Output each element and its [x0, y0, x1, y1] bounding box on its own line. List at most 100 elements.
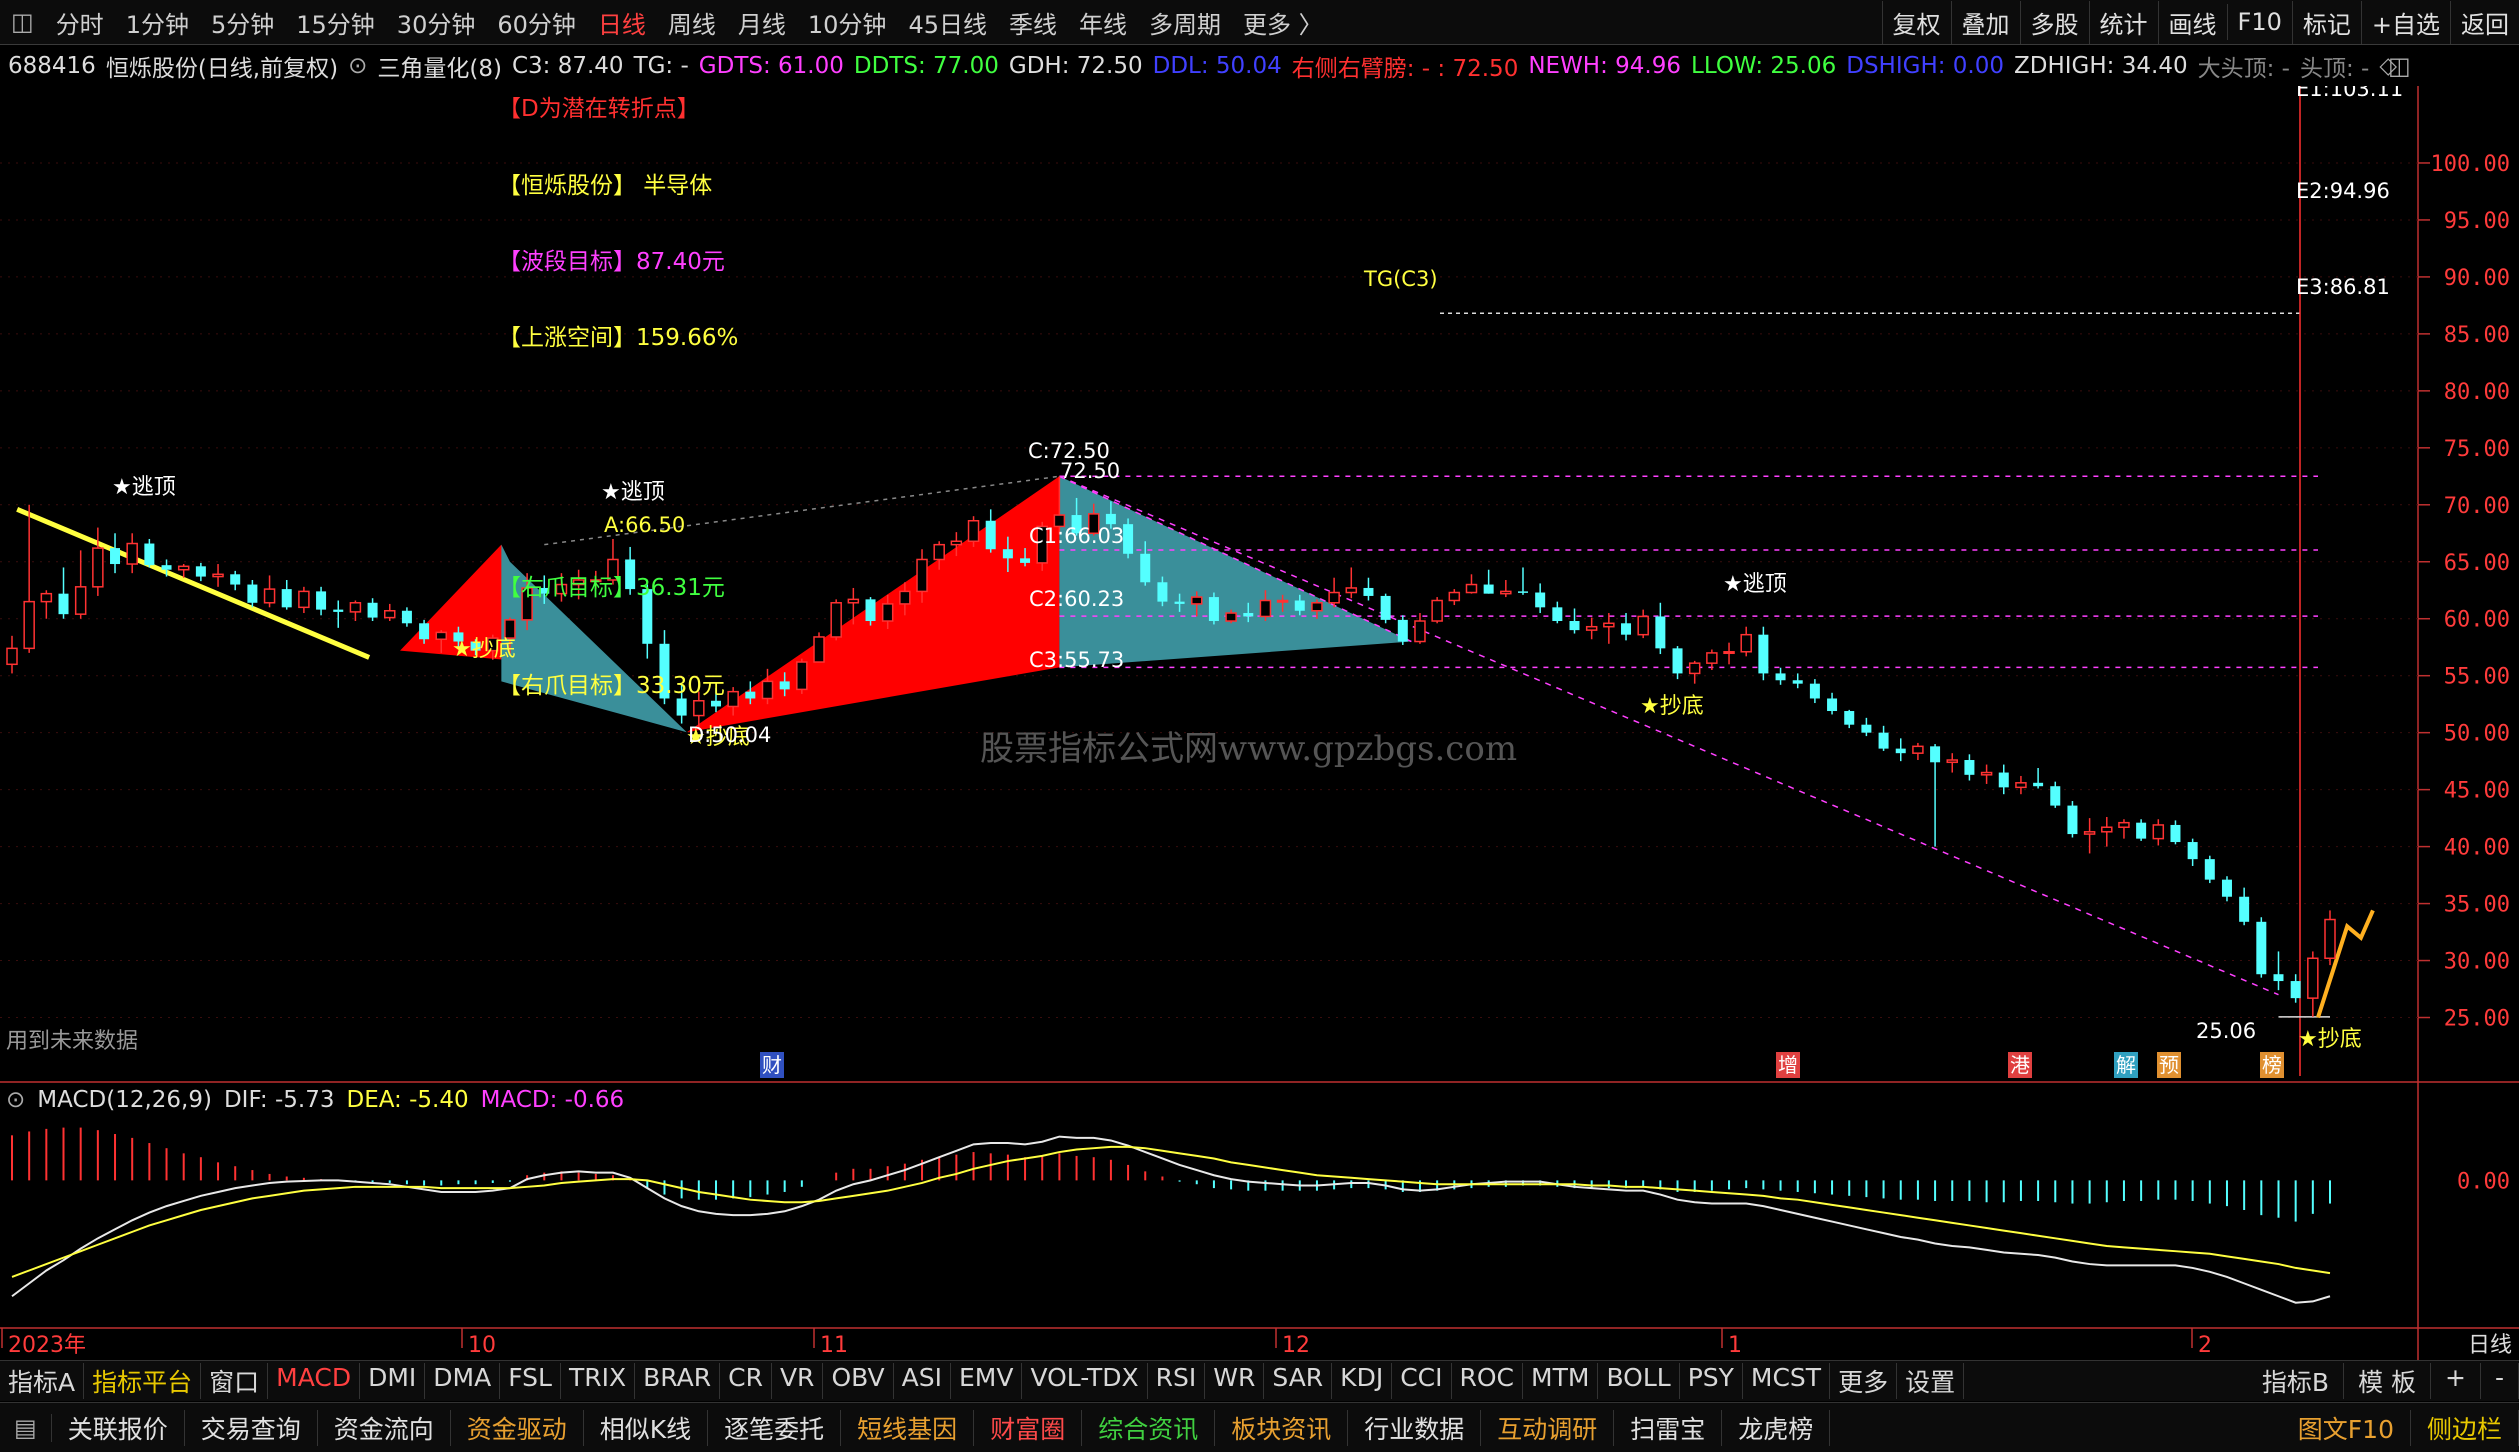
toolbar-button[interactable]: +自选: [2360, 0, 2450, 44]
toolbar-button[interactable]: 统计: [2088, 0, 2158, 44]
candle-body: [1998, 772, 2009, 788]
function-right-button[interactable]: 图文F10: [2282, 1409, 2411, 1446]
indicator-tab[interactable]: OBV: [823, 1363, 894, 1399]
function-tab[interactable]: 互动调研: [1481, 1409, 1615, 1446]
panel-toggle-icon[interactable]: ◫: [2388, 52, 2411, 80]
function-tab[interactable]: 资金驱动: [451, 1409, 584, 1446]
indicator-tab[interactable]: ROC: [1452, 1363, 1524, 1399]
candle-body: [1208, 597, 1219, 622]
indicator-tab[interactable]: 窗口: [201, 1363, 269, 1399]
function-tab[interactable]: 相似K线: [584, 1409, 709, 1446]
llow-value: LLOW: 25.06: [1691, 53, 1837, 79]
indicator-tab[interactable]: DMI: [360, 1363, 426, 1399]
candle-body: [1483, 584, 1494, 594]
candle-body: [2221, 879, 2232, 897]
toolbar-button[interactable]: 画线: [2157, 0, 2227, 44]
indicator-tab[interactable]: ASI: [894, 1363, 951, 1399]
indicator-tab[interactable]: PSY: [1680, 1363, 1743, 1399]
period-tab[interactable]: 季线: [998, 5, 1068, 40]
period-tab[interactable]: 周线: [657, 5, 727, 40]
indicator-right-button[interactable]: 指标B: [2248, 1363, 2345, 1399]
function-tab[interactable]: 逐笔委托: [708, 1409, 842, 1446]
macd-zero-label: 0.00: [2457, 1169, 2510, 1194]
indicator-tab[interactable]: VR: [772, 1363, 824, 1399]
teal-triangle-small: [501, 544, 687, 733]
period-tab[interactable]: 日线: [587, 5, 657, 40]
candle-body: [950, 540, 963, 546]
indicator-right-button[interactable]: +: [2431, 1363, 2481, 1399]
indicator-tab[interactable]: 更多: [1830, 1363, 1898, 1399]
indicator-tab[interactable]: VOL-TDX: [1022, 1363, 1148, 1399]
indicator-tab[interactable]: 指标平台: [84, 1363, 202, 1399]
indicator-tab[interactable]: TRIX: [561, 1363, 636, 1399]
period-tab[interactable]: 更多 〉: [1232, 5, 1334, 40]
macd-collapse-icon[interactable]: ⊙: [6, 1087, 25, 1113]
period-tab[interactable]: 45日线: [897, 5, 998, 40]
indicator-right-button[interactable]: 模 板: [2344, 1363, 2432, 1399]
c-value-label: 72.50: [1060, 459, 1120, 483]
toolbar-button[interactable]: 标记: [2291, 0, 2361, 44]
period-tab[interactable]: 15分钟: [285, 5, 386, 40]
function-tab[interactable]: 资金流向: [318, 1409, 451, 1446]
toolbar-button[interactable]: 多股: [2019, 0, 2089, 44]
indicator-tab[interactable]: MTM: [1523, 1363, 1599, 1399]
indicator-tab[interactable]: WR: [1205, 1363, 1265, 1399]
candle-body: [1946, 759, 1959, 764]
indicator-tab[interactable]: CCI: [1392, 1363, 1452, 1399]
function-tab[interactable]: 行业数据: [1348, 1409, 1482, 1446]
function-tab[interactable]: 扫雷宝: [1614, 1409, 1723, 1446]
function-tab[interactable]: 综合资讯: [1082, 1409, 1216, 1446]
candle-body: [1311, 602, 1323, 612]
candle-body: [1552, 607, 1563, 622]
candle-body: [1792, 680, 1803, 684]
indicator-tab[interactable]: BOLL: [1598, 1363, 1680, 1399]
function-tab[interactable]: 龙虎榜: [1722, 1409, 1831, 1446]
period-tab[interactable]: 年线: [1068, 5, 1138, 40]
toolbar-button[interactable]: 叠加: [1950, 0, 2020, 44]
escape-top-mark: ★逃顶: [1723, 572, 1787, 597]
indicator-tab[interactable]: MACD: [268, 1363, 361, 1399]
toolbar-button[interactable]: 复权: [1881, 0, 1951, 44]
candle-body: [1363, 587, 1374, 596]
candle-body: [796, 661, 808, 691]
indicator-tab[interactable]: 指标A: [0, 1363, 85, 1399]
indicator-info-line: 688416 恒烁股份(日线,前复权) ⊙ 三角量化(8) C3: 87.40 …: [0, 46, 2420, 86]
period-tab[interactable]: 月线: [727, 5, 797, 40]
indicator-tab[interactable]: SAR: [1264, 1363, 1333, 1399]
x-axis: 2023年 10 11 12 1 2 日线: [1, 1328, 2512, 1358]
candle-body: [2136, 822, 2147, 839]
function-tab[interactable]: 板块资讯: [1215, 1409, 1349, 1446]
indicator-right-button[interactable]: -: [2481, 1363, 2519, 1399]
toolbar-right-buttons: 复权 叠加 多股 统计 画线 F10 标记 +自选 返回: [1881, 0, 2519, 44]
function-right-button[interactable]: 侧边栏: [2411, 1409, 2519, 1446]
indicator-tab[interactable]: KDJ: [1332, 1363, 1393, 1399]
period-tab[interactable]: 多周期: [1138, 5, 1232, 40]
indicator-tab[interactable]: EMV: [951, 1363, 1023, 1399]
period-tab[interactable]: 5分钟: [200, 5, 285, 40]
candle-body: [1964, 760, 1975, 775]
period-tab[interactable]: 分时: [45, 5, 115, 40]
period-tab[interactable]: 30分钟: [386, 5, 487, 40]
toolbar-button[interactable]: F10: [2226, 4, 2292, 40]
collapse-icon[interactable]: ⊙: [348, 53, 367, 79]
indicator-tab[interactable]: DMA: [425, 1363, 501, 1399]
menu-icon[interactable]: ◫: [0, 8, 45, 36]
candle-body: [212, 573, 224, 578]
x-tick-label: 12: [1282, 1333, 1310, 1358]
period-tab[interactable]: 60分钟: [486, 5, 587, 40]
function-tab[interactable]: 关联报价: [52, 1409, 185, 1446]
indicator-tab[interactable]: FSL: [500, 1363, 561, 1399]
grid-icon[interactable]: ▤: [0, 1413, 52, 1442]
function-tab[interactable]: 财富圈: [974, 1409, 1083, 1446]
function-tab[interactable]: 交易查询: [185, 1409, 318, 1446]
period-tab[interactable]: 1分钟: [115, 5, 200, 40]
function-tab[interactable]: 短线基因: [841, 1409, 975, 1446]
toolbar-button[interactable]: 返回: [2450, 0, 2519, 44]
indicator-tab[interactable]: RSI: [1148, 1363, 1206, 1399]
period-tab[interactable]: 10分钟: [797, 5, 898, 40]
candle-body: [1431, 599, 1443, 622]
indicator-tab[interactable]: 设置: [1897, 1363, 1965, 1399]
indicator-tab[interactable]: CR: [720, 1363, 772, 1399]
indicator-tab[interactable]: BRAR: [635, 1363, 721, 1399]
indicator-tab[interactable]: MCST: [1743, 1363, 1831, 1399]
